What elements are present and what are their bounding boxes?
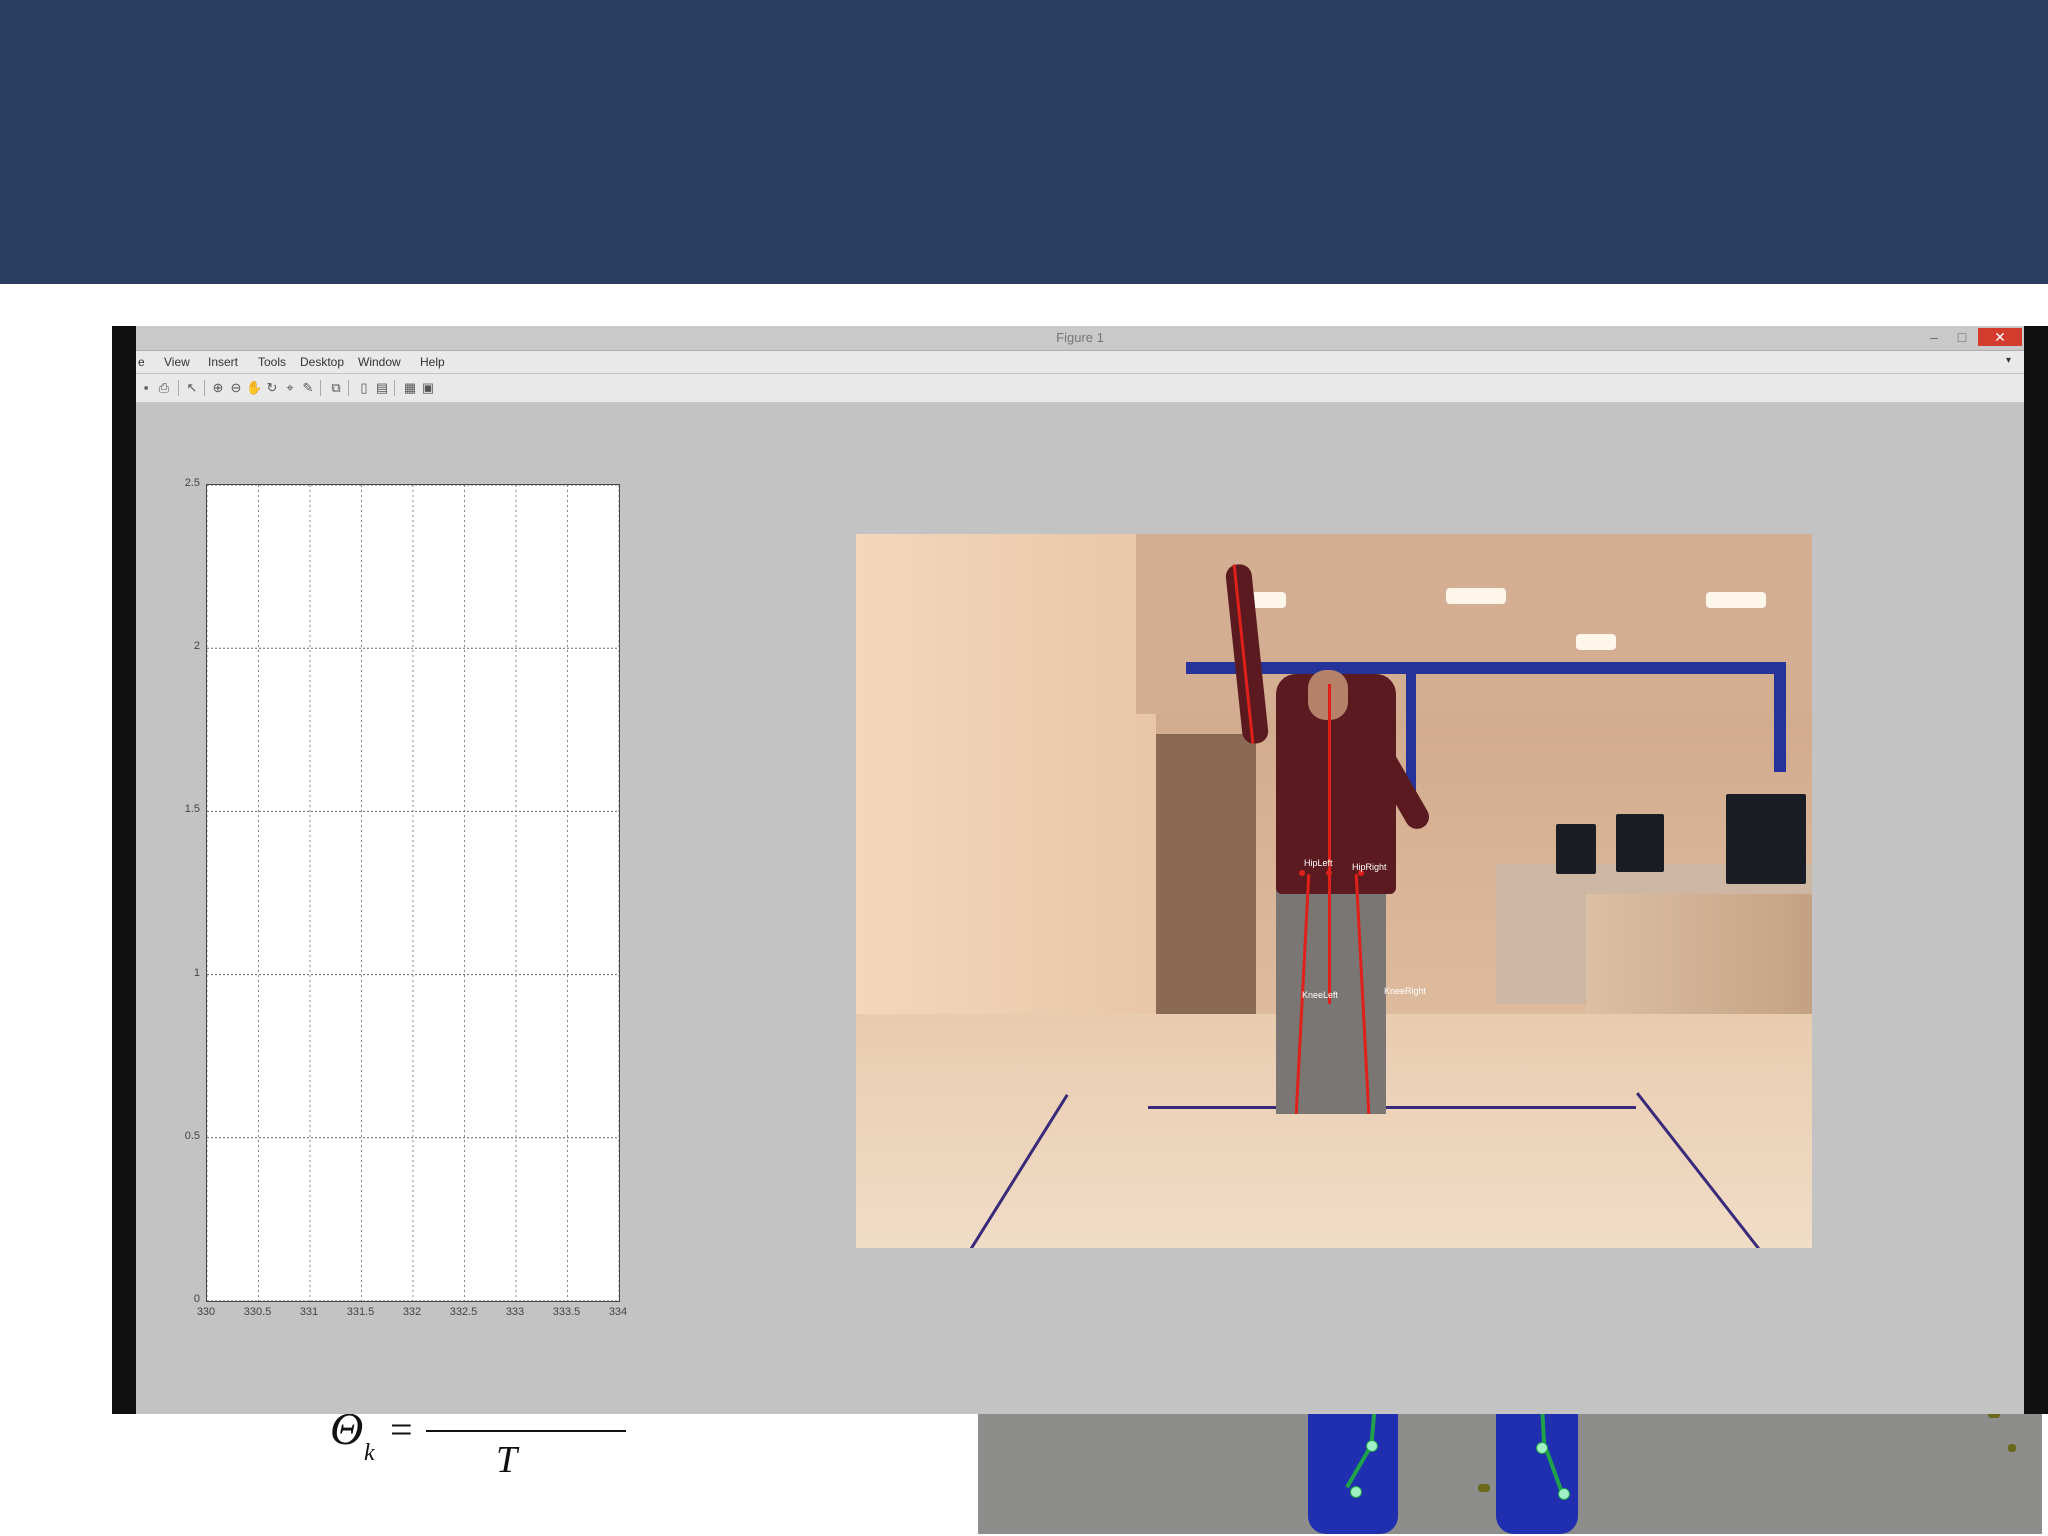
link-plot-icon[interactable]: ⧉ bbox=[328, 380, 344, 396]
data-cursor-icon[interactable]: ⌖ bbox=[282, 380, 298, 396]
menu-insert[interactable]: Insert bbox=[208, 355, 238, 369]
skeleton-joint bbox=[1366, 1440, 1378, 1452]
y-tick-label: 0 bbox=[193, 1293, 200, 1305]
window-title: Figure 1 bbox=[1056, 330, 1104, 345]
colorbar-icon[interactable]: ▯ bbox=[356, 380, 372, 396]
joint-label: KneeLeft bbox=[1302, 990, 1339, 1000]
x-tick-label: 331 bbox=[299, 1306, 319, 1318]
plot-grid bbox=[206, 484, 620, 1302]
depth-noise bbox=[2008, 1444, 2016, 1452]
y-tick-label: 1 bbox=[193, 966, 200, 979]
camera-shelves bbox=[1156, 734, 1256, 1034]
formula-denominator: T bbox=[496, 1439, 518, 1481]
y-tick-label: 2 bbox=[193, 640, 200, 653]
legend-icon[interactable]: ▤ bbox=[374, 380, 390, 396]
ceiling-lamp bbox=[1446, 588, 1506, 604]
menu-view[interactable]: View bbox=[164, 355, 190, 369]
title-bar[interactable]: Figure 1 – □ ✕ bbox=[136, 326, 2024, 351]
depth-leg-left bbox=[1308, 1404, 1398, 1534]
hide-plot-tools-icon[interactable]: ▦ bbox=[402, 380, 418, 396]
fraction-bar bbox=[426, 1430, 626, 1432]
save-icon[interactable]: ▪ bbox=[138, 380, 154, 396]
depth-image bbox=[978, 1404, 2042, 1534]
x-tick-label: 333.5 bbox=[552, 1306, 581, 1318]
maximize-button[interactable]: □ bbox=[1950, 328, 1974, 346]
show-plot-tools-icon[interactable]: ▣ bbox=[420, 380, 436, 396]
menu-help[interactable]: Help bbox=[420, 355, 445, 369]
x-tick-label: 332.5 bbox=[449, 1306, 478, 1318]
menu-tools[interactable]: Tools bbox=[258, 355, 286, 369]
menu-bar: e View Insert Tools Desktop Window Help … bbox=[136, 351, 2024, 373]
pan-icon[interactable]: ✋ bbox=[246, 380, 262, 396]
camera-monitor bbox=[1556, 824, 1596, 874]
menu-desktop[interactable]: Desktop bbox=[300, 355, 344, 369]
toolbar: ▪ ⎙ ↖ ⊕ ⊖ ✋ ↻ ⌖ ✎ ⧉ ▯ ▤ ▦ ▣ bbox=[136, 374, 2024, 403]
plot-axes[interactable] bbox=[206, 484, 620, 1302]
camera-beam-post bbox=[1774, 662, 1786, 772]
slide-header-band bbox=[0, 0, 2048, 284]
skeleton-joint bbox=[1558, 1488, 1570, 1500]
menu-file[interactable]: e bbox=[138, 355, 145, 369]
toolbar-separator bbox=[320, 380, 321, 396]
brush-icon[interactable]: ✎ bbox=[300, 380, 316, 396]
camera-monitor bbox=[1616, 814, 1664, 872]
camera-beam bbox=[1186, 662, 1786, 674]
menu-window[interactable]: Window bbox=[358, 355, 401, 369]
select-arrow-icon[interactable]: ↖ bbox=[184, 380, 200, 396]
joint-label: HipLeft bbox=[1304, 858, 1333, 868]
toolbar-separator bbox=[348, 380, 349, 396]
skeleton-spine bbox=[1328, 684, 1331, 1004]
zoom-in-icon[interactable]: ⊕ bbox=[210, 380, 226, 396]
y-tick-label: 1.5 bbox=[184, 803, 200, 816]
x-tick-label: 333 bbox=[505, 1306, 525, 1318]
formula-subscript: k bbox=[364, 1440, 375, 1466]
depth-leg-right bbox=[1496, 1404, 1578, 1534]
x-tick-label: 330 bbox=[196, 1306, 216, 1318]
y-tick-label: 0.5 bbox=[184, 1129, 200, 1142]
minimize-button[interactable]: – bbox=[1922, 328, 1946, 346]
skeleton-joint bbox=[1299, 870, 1305, 876]
toolbar-separator bbox=[394, 380, 395, 396]
ceiling-lamp bbox=[1706, 592, 1766, 608]
down-arrow-icon[interactable]: ▾ bbox=[2006, 355, 2011, 366]
floor-tape-line bbox=[1148, 1106, 1636, 1109]
skeleton-joint bbox=[1350, 1486, 1362, 1498]
y-tick-label: 2.5 bbox=[184, 477, 200, 489]
joint-label: KneeRight bbox=[1384, 986, 1427, 996]
skeleton-joint bbox=[1536, 1442, 1548, 1454]
zoom-out-icon[interactable]: ⊖ bbox=[228, 380, 244, 396]
close-button[interactable]: ✕ bbox=[1978, 328, 2022, 346]
x-tick-label: 331.5 bbox=[346, 1306, 375, 1318]
x-tick-label: 330.5 bbox=[243, 1306, 272, 1318]
rotate-3d-icon[interactable]: ↻ bbox=[264, 380, 280, 396]
print-icon[interactable]: ⎙ bbox=[156, 380, 172, 396]
camera-view: HipLeft HipRight KneeLeft KneeRight bbox=[856, 534, 1812, 1248]
depth-noise bbox=[1478, 1484, 1490, 1492]
toolbar-separator bbox=[204, 380, 205, 396]
ceiling-lamp bbox=[1576, 634, 1616, 650]
skeleton-joint bbox=[1326, 870, 1332, 876]
x-tick-label: 334 bbox=[608, 1306, 628, 1318]
x-tick-label: 332 bbox=[402, 1306, 422, 1318]
joint-label: HipRight bbox=[1352, 862, 1387, 872]
camera-monitor bbox=[1726, 794, 1806, 884]
toolbar-separator bbox=[178, 380, 179, 396]
